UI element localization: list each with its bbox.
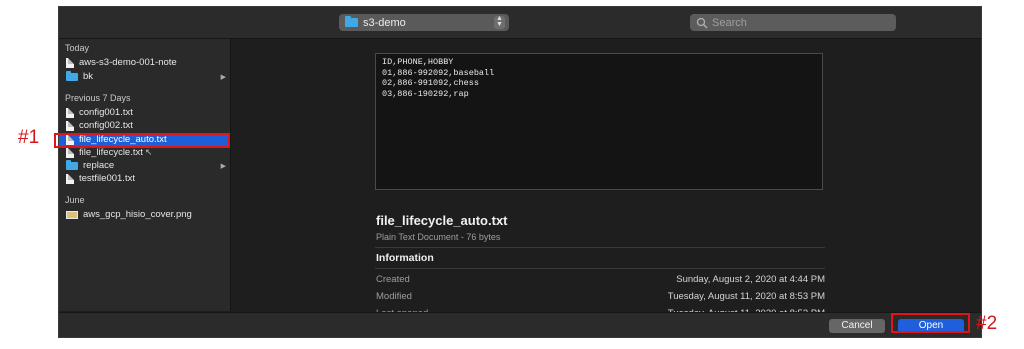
divider [375, 268, 825, 269]
sidebar: Today aws-s3-demo-001-note bk ▶ Previous… [59, 39, 231, 311]
section-june: June [65, 195, 85, 205]
file-icon [66, 120, 74, 131]
info-row-created: Created Sunday, August 2, 2020 at 4:44 P… [376, 274, 825, 285]
info-label: Modified [376, 291, 412, 302]
location-popup[interactable]: s3-demo ▲ ▼ [339, 14, 509, 31]
chevron-right-icon: ▶ [220, 73, 226, 81]
item-label: aws-s3-demo-001-note [79, 57, 177, 68]
mouse-pointer-icon: ↖ [144, 147, 153, 157]
file-icon [66, 173, 74, 184]
item-label: bk [83, 71, 94, 82]
item-label: config002.txt [79, 120, 133, 131]
item-label: testfile001.txt [79, 173, 135, 184]
section-previous-7-days: Previous 7 Days [65, 93, 131, 103]
annotation-step-2: #2 [976, 313, 998, 334]
sidebar-item-config001[interactable]: config001.txt [59, 106, 230, 119]
chevron-right-icon: ▶ [220, 162, 226, 170]
info-value: Sunday, August 2, 2020 at 4:44 PM [676, 274, 825, 285]
file-icon [66, 147, 74, 158]
preview-filetype: Plain Text Document - 76 bytes [376, 232, 501, 242]
folder-icon [345, 16, 358, 27]
annotation-step-1: #1 [18, 127, 40, 148]
folder-icon [66, 70, 78, 81]
folder-icon [66, 159, 78, 170]
file-icon [66, 57, 74, 68]
search-input[interactable] [712, 16, 882, 29]
info-value: Tuesday, August 11, 2020 at 8:53 PM [667, 291, 825, 302]
bottom-bar: Cancel Open [59, 312, 981, 337]
divider [375, 247, 825, 248]
information-heading: Information [376, 252, 434, 264]
preview-pane: ID,PHONE,HOBBY 01,886-992092,baseball 02… [231, 39, 981, 319]
item-label: file_lifecycle.txt [79, 147, 143, 158]
sidebar-item-bk[interactable]: bk ▶ [59, 70, 230, 83]
image-icon [66, 210, 78, 219]
info-row-modified: Modified Tuesday, August 11, 2020 at 8:5… [376, 291, 825, 302]
file-open-dialog: s3-demo ▲▼ Today aws-s3-demo-001-note bk… [58, 6, 982, 338]
file-icon [66, 107, 74, 118]
sidebar-item-replace[interactable]: replace ▶ [59, 159, 230, 172]
search-field[interactable] [690, 14, 896, 31]
item-label: replace [83, 160, 115, 171]
sidebar-item-aws-gcp-hisio-cover[interactable]: aws_gcp_hisio_cover.png [59, 208, 230, 221]
info-label: Created [376, 274, 410, 285]
annotation-box-1 [54, 133, 230, 148]
sidebar-item-config002[interactable]: config002.txt [59, 119, 230, 132]
item-label: aws_gcp_hisio_cover.png [83, 209, 192, 220]
location-label: s3-demo [363, 16, 406, 29]
preview-filename: file_lifecycle_auto.txt [376, 213, 508, 228]
search-icon [696, 17, 708, 28]
toolbar: s3-demo ▲ ▼ [59, 7, 981, 39]
annotation-box-2 [891, 313, 970, 333]
cancel-button[interactable]: Cancel [829, 319, 885, 333]
chevron-updown-icon: ▲ ▼ [494, 15, 505, 29]
sidebar-item-aws-s3-demo-001-note[interactable]: aws-s3-demo-001-note [59, 56, 230, 69]
item-label: config001.txt [79, 107, 133, 118]
section-today: Today [65, 43, 90, 53]
file-content-preview: ID,PHONE,HOBBY 01,886-992092,baseball 02… [375, 53, 823, 190]
sidebar-item-testfile001[interactable]: testfile001.txt [59, 172, 230, 185]
